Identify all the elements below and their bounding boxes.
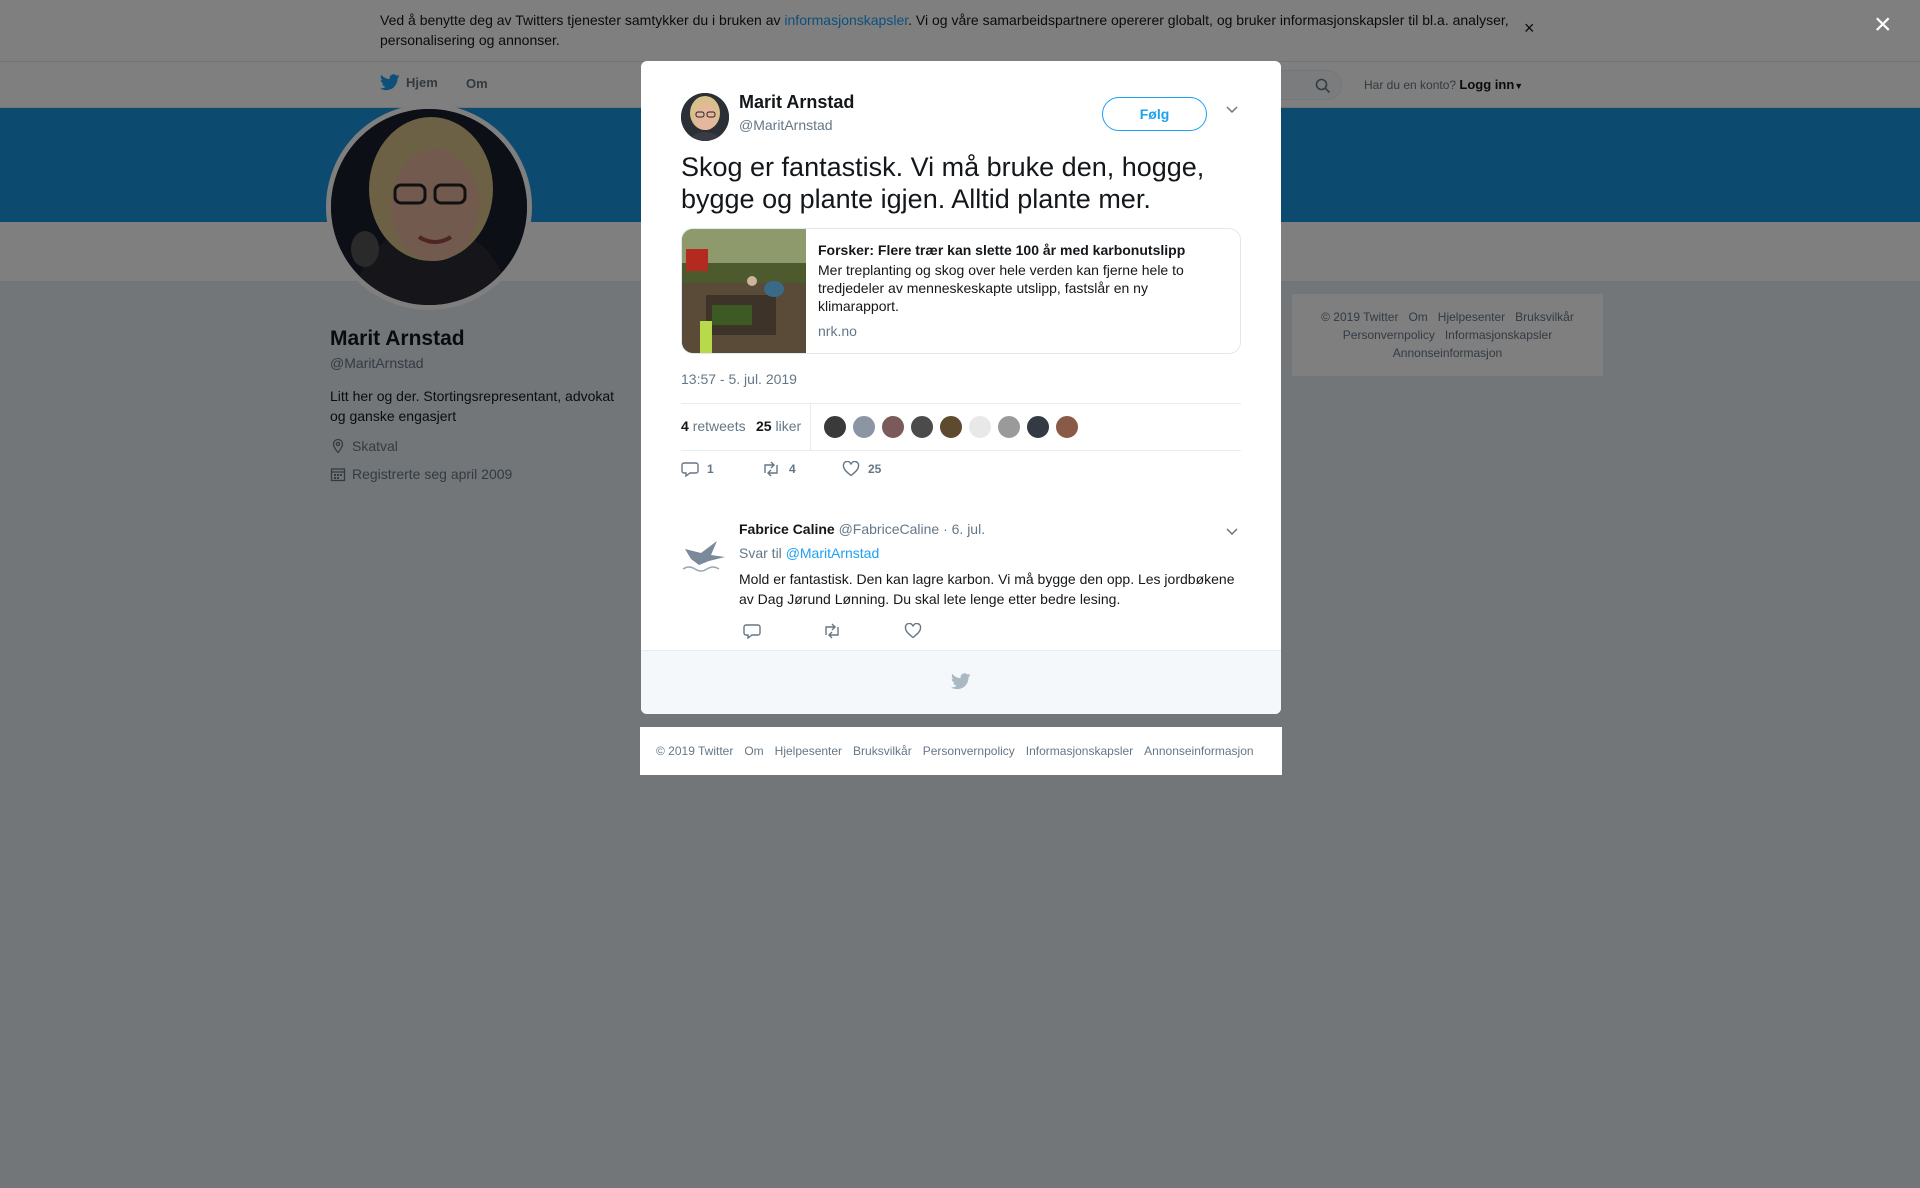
chevron-down-icon[interactable]	[1225, 527, 1239, 537]
retweet-icon[interactable]	[822, 623, 842, 639]
reply-icon[interactable]	[743, 623, 761, 639]
retweets-label: retweets	[692, 418, 746, 434]
likes-count: 25	[756, 418, 772, 434]
liker-avatar[interactable]	[823, 415, 847, 439]
modal-overlay[interactable]: × Marit Arnstad @MaritArnstad Følg Skog …	[0, 0, 1920, 1188]
liker-avatar[interactable]	[1026, 415, 1050, 439]
footer-link[interactable]: Personvernpolicy	[923, 744, 1015, 758]
footer-link[interactable]: Annonseinformasjon	[1144, 744, 1253, 758]
card-title: Forsker: Flere trær kan slette 100 år me…	[818, 242, 1186, 258]
card-description: Mer treplanting og skog over hele verden…	[818, 262, 1184, 314]
tweet-timestamp[interactable]: 13:57 - 5. jul. 2019	[681, 371, 797, 387]
like-count: 25	[868, 462, 882, 476]
heart-icon[interactable]	[904, 623, 922, 639]
card-domain: nrk.no	[818, 323, 857, 339]
reply-header: Fabrice Caline @FabriceCaline · 6. jul.	[739, 521, 985, 537]
stats-divider	[810, 404, 811, 450]
tweet-modal: Marit Arnstad @MaritArnstad Følg Skog er…	[641, 61, 1281, 714]
tweet-text: Skog er fantastisk. Vi må bruke den, hog…	[681, 152, 1205, 214]
heart-icon	[842, 461, 860, 477]
link-card[interactable]: Forsker: Flere trær kan slette 100 år me…	[681, 228, 1241, 354]
tweet-actions: 1 4 25	[681, 461, 1241, 485]
retweets-count: 4	[681, 418, 689, 434]
reply-author-avatar[interactable]	[681, 531, 729, 579]
reply-to-label: Svar til	[739, 545, 782, 561]
footer-link[interactable]: Om	[744, 744, 763, 758]
overlay-close-button[interactable]: ×	[1874, 10, 1892, 40]
reply-date[interactable]: · 6. jul.	[943, 521, 985, 537]
footer-link[interactable]: © 2019 Twitter	[656, 744, 733, 758]
reply-count: 1	[707, 462, 714, 476]
reply-to-handle[interactable]: @MaritArnstad	[786, 545, 880, 561]
bird-avatar-icon	[681, 531, 729, 579]
retweet-action[interactable]: 4	[761, 461, 796, 477]
modal-footer	[641, 650, 1281, 714]
liker-avatar[interactable]	[910, 415, 934, 439]
twitter-bird-icon	[951, 673, 971, 690]
tweet-author-handle[interactable]: @MaritArnstad	[739, 117, 833, 133]
reply-author-handle[interactable]: @FabriceCaline	[839, 521, 940, 537]
follow-button[interactable]: Følg	[1102, 97, 1207, 131]
reply-icon	[681, 462, 699, 477]
tweet-stats: 4 retweets 25 liker	[681, 403, 1241, 451]
likes-stat[interactable]: 25 liker	[756, 418, 801, 434]
footer-link[interactable]: Informasjonskapsler	[1026, 744, 1133, 758]
reply-author-name[interactable]: Fabrice Caline	[739, 521, 835, 537]
footer-link[interactable]: Hjelpesenter	[775, 744, 842, 758]
liker-avatars	[823, 415, 1079, 439]
liker-avatar[interactable]	[939, 415, 963, 439]
retweet-count: 4	[789, 462, 796, 476]
reply-to-line: Svar til @MaritArnstad	[739, 545, 879, 561]
modal-bottom-footer: © 2019 Twitter Om Hjelpesenter Bruksvilk…	[640, 727, 1282, 775]
footer-link[interactable]: Bruksvilkår	[853, 744, 912, 758]
liker-avatar[interactable]	[881, 415, 905, 439]
liker-avatar[interactable]	[852, 415, 876, 439]
retweets-stat[interactable]: 4 retweets	[681, 418, 746, 434]
like-action[interactable]: 25	[842, 461, 881, 477]
tweet-author-name[interactable]: Marit Arnstad	[739, 92, 854, 113]
reply-text: Mold er fantastisk. Den kan lagre karbon…	[739, 571, 1235, 607]
likes-label: liker	[775, 418, 802, 434]
author-photo	[681, 93, 729, 141]
reply-action[interactable]: 1	[681, 461, 714, 477]
liker-avatar[interactable]	[1055, 415, 1079, 439]
liker-avatar[interactable]	[997, 415, 1021, 439]
reply-actions	[739, 621, 1039, 641]
chevron-down-icon[interactable]	[1225, 105, 1239, 115]
card-image	[682, 229, 806, 353]
retweet-icon	[764, 461, 778, 477]
tweet-author-avatar[interactable]	[681, 93, 729, 141]
liker-avatar[interactable]	[968, 415, 992, 439]
